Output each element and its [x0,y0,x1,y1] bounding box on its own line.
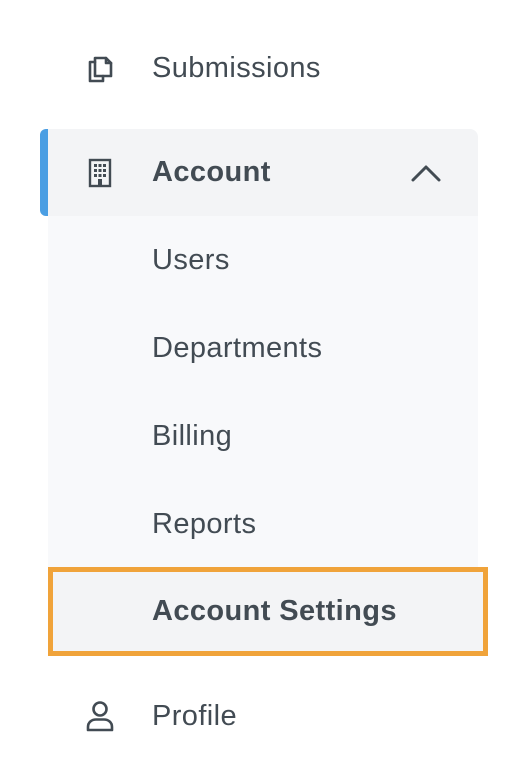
sidebar-item-label: Submissions [152,51,321,84]
active-section-indicator [40,129,48,216]
submenu-item-label: Users [152,243,230,276]
copy-icon [82,50,118,86]
sidebar-nav: Submissions Account Users Departments Bi… [0,0,530,762]
submenu-item-departments[interactable]: Departments [48,304,478,392]
submenu-item-billing[interactable]: Billing [48,392,478,480]
sidebar-item-submissions[interactable]: Submissions [48,36,478,100]
sidebar-item-profile[interactable]: Profile [48,684,478,748]
submenu-item-reports[interactable]: Reports [48,480,478,568]
building-icon [82,155,118,191]
sidebar-item-account[interactable]: Account [48,129,478,216]
user-icon [82,698,118,734]
sidebar-item-label: Account [152,156,271,188]
sidebar-item-label: Profile [152,699,237,732]
submenu-item-label: Reports [152,507,257,540]
chevron-up-icon[interactable] [408,155,444,191]
submenu-item-users[interactable]: Users [48,216,478,304]
submenu-item-label: Billing [152,419,233,452]
submenu-item-label: Account Settings [152,595,397,627]
submenu-item-label: Departments [152,331,323,364]
submenu-item-account-settings[interactable]: Account Settings [48,567,488,656]
